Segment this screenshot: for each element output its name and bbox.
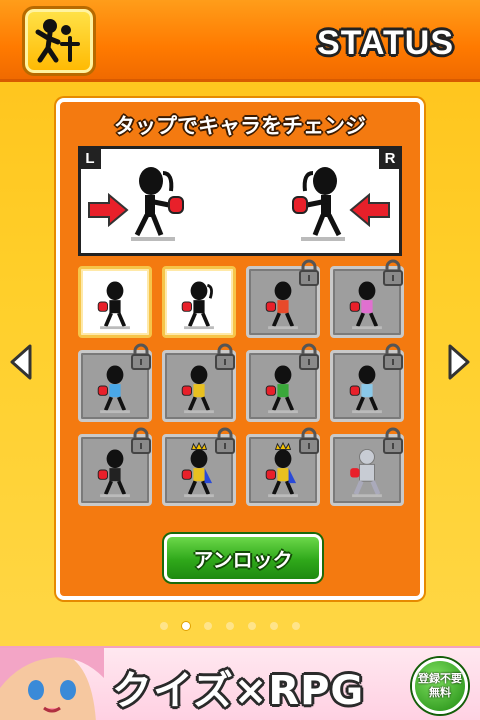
character-slot[interactable] (330, 259, 404, 338)
lock-icon (299, 259, 319, 286)
fighter-sprite-icon (181, 281, 214, 330)
lock-icon (299, 343, 319, 370)
lock-icon (131, 427, 151, 454)
right-arrow-icon (88, 193, 129, 227)
right-badge: R (379, 147, 401, 169)
lock-icon (299, 427, 319, 454)
character-slot[interactable] (162, 427, 236, 506)
page-dot[interactable] (226, 622, 234, 630)
page-indicator (160, 622, 300, 630)
free-badge: 登録不要 無料 (412, 658, 468, 714)
header-bar: STATUS (0, 0, 480, 82)
character-slot[interactable] (78, 427, 152, 506)
character-slot[interactable] (78, 266, 152, 338)
right-fighter-icon (292, 167, 345, 241)
lock-icon (215, 427, 235, 454)
character-slot[interactable] (330, 343, 404, 422)
character-panel: タップでキャラをチェンジ L R アンロック (56, 98, 424, 600)
character-slot[interactable] (246, 259, 320, 338)
stick-figure-icon (35, 19, 80, 63)
badge-line1: 登録不要 (418, 672, 462, 685)
lock-icon (383, 427, 403, 454)
lock-icon (215, 343, 235, 370)
page-dot[interactable] (160, 622, 168, 630)
character-slot[interactable] (78, 343, 152, 422)
lock-icon (383, 259, 403, 286)
panel-caption: タップでキャラをチェンジ (114, 114, 366, 138)
prev-page-arrow-icon[interactable] (8, 342, 34, 382)
ad-banner[interactable]: クイズ×RPG 登録不要 無料 (0, 646, 480, 720)
character-grid (78, 259, 408, 506)
character-slot[interactable] (162, 266, 236, 338)
anime-girl-icon (0, 648, 104, 720)
lock-icon (131, 343, 151, 370)
page-dot[interactable] (182, 622, 190, 630)
next-page-arrow-icon[interactable] (446, 342, 472, 382)
page-dot[interactable] (204, 622, 212, 630)
character-slot[interactable] (246, 343, 320, 422)
page-dot[interactable] (292, 622, 300, 630)
character-slot[interactable] (246, 427, 320, 506)
left-badge: L (79, 147, 101, 169)
unlock-button[interactable]: アンロック (164, 534, 322, 582)
character-preview: L R (78, 146, 402, 256)
page-dot[interactable] (248, 622, 256, 630)
lock-icon (383, 343, 403, 370)
character-slot[interactable] (330, 427, 404, 506)
fighter-sprite-icon (97, 281, 130, 330)
banner-headline: クイズ×RPG (112, 668, 365, 714)
home-button[interactable] (22, 6, 96, 76)
character-slot[interactable] (162, 343, 236, 422)
badge-line2: 無料 (429, 686, 451, 699)
page-dot[interactable] (270, 622, 278, 630)
left-fighter-icon (131, 167, 184, 241)
page-title: STATUS (317, 24, 454, 62)
left-arrow-icon (349, 193, 390, 227)
